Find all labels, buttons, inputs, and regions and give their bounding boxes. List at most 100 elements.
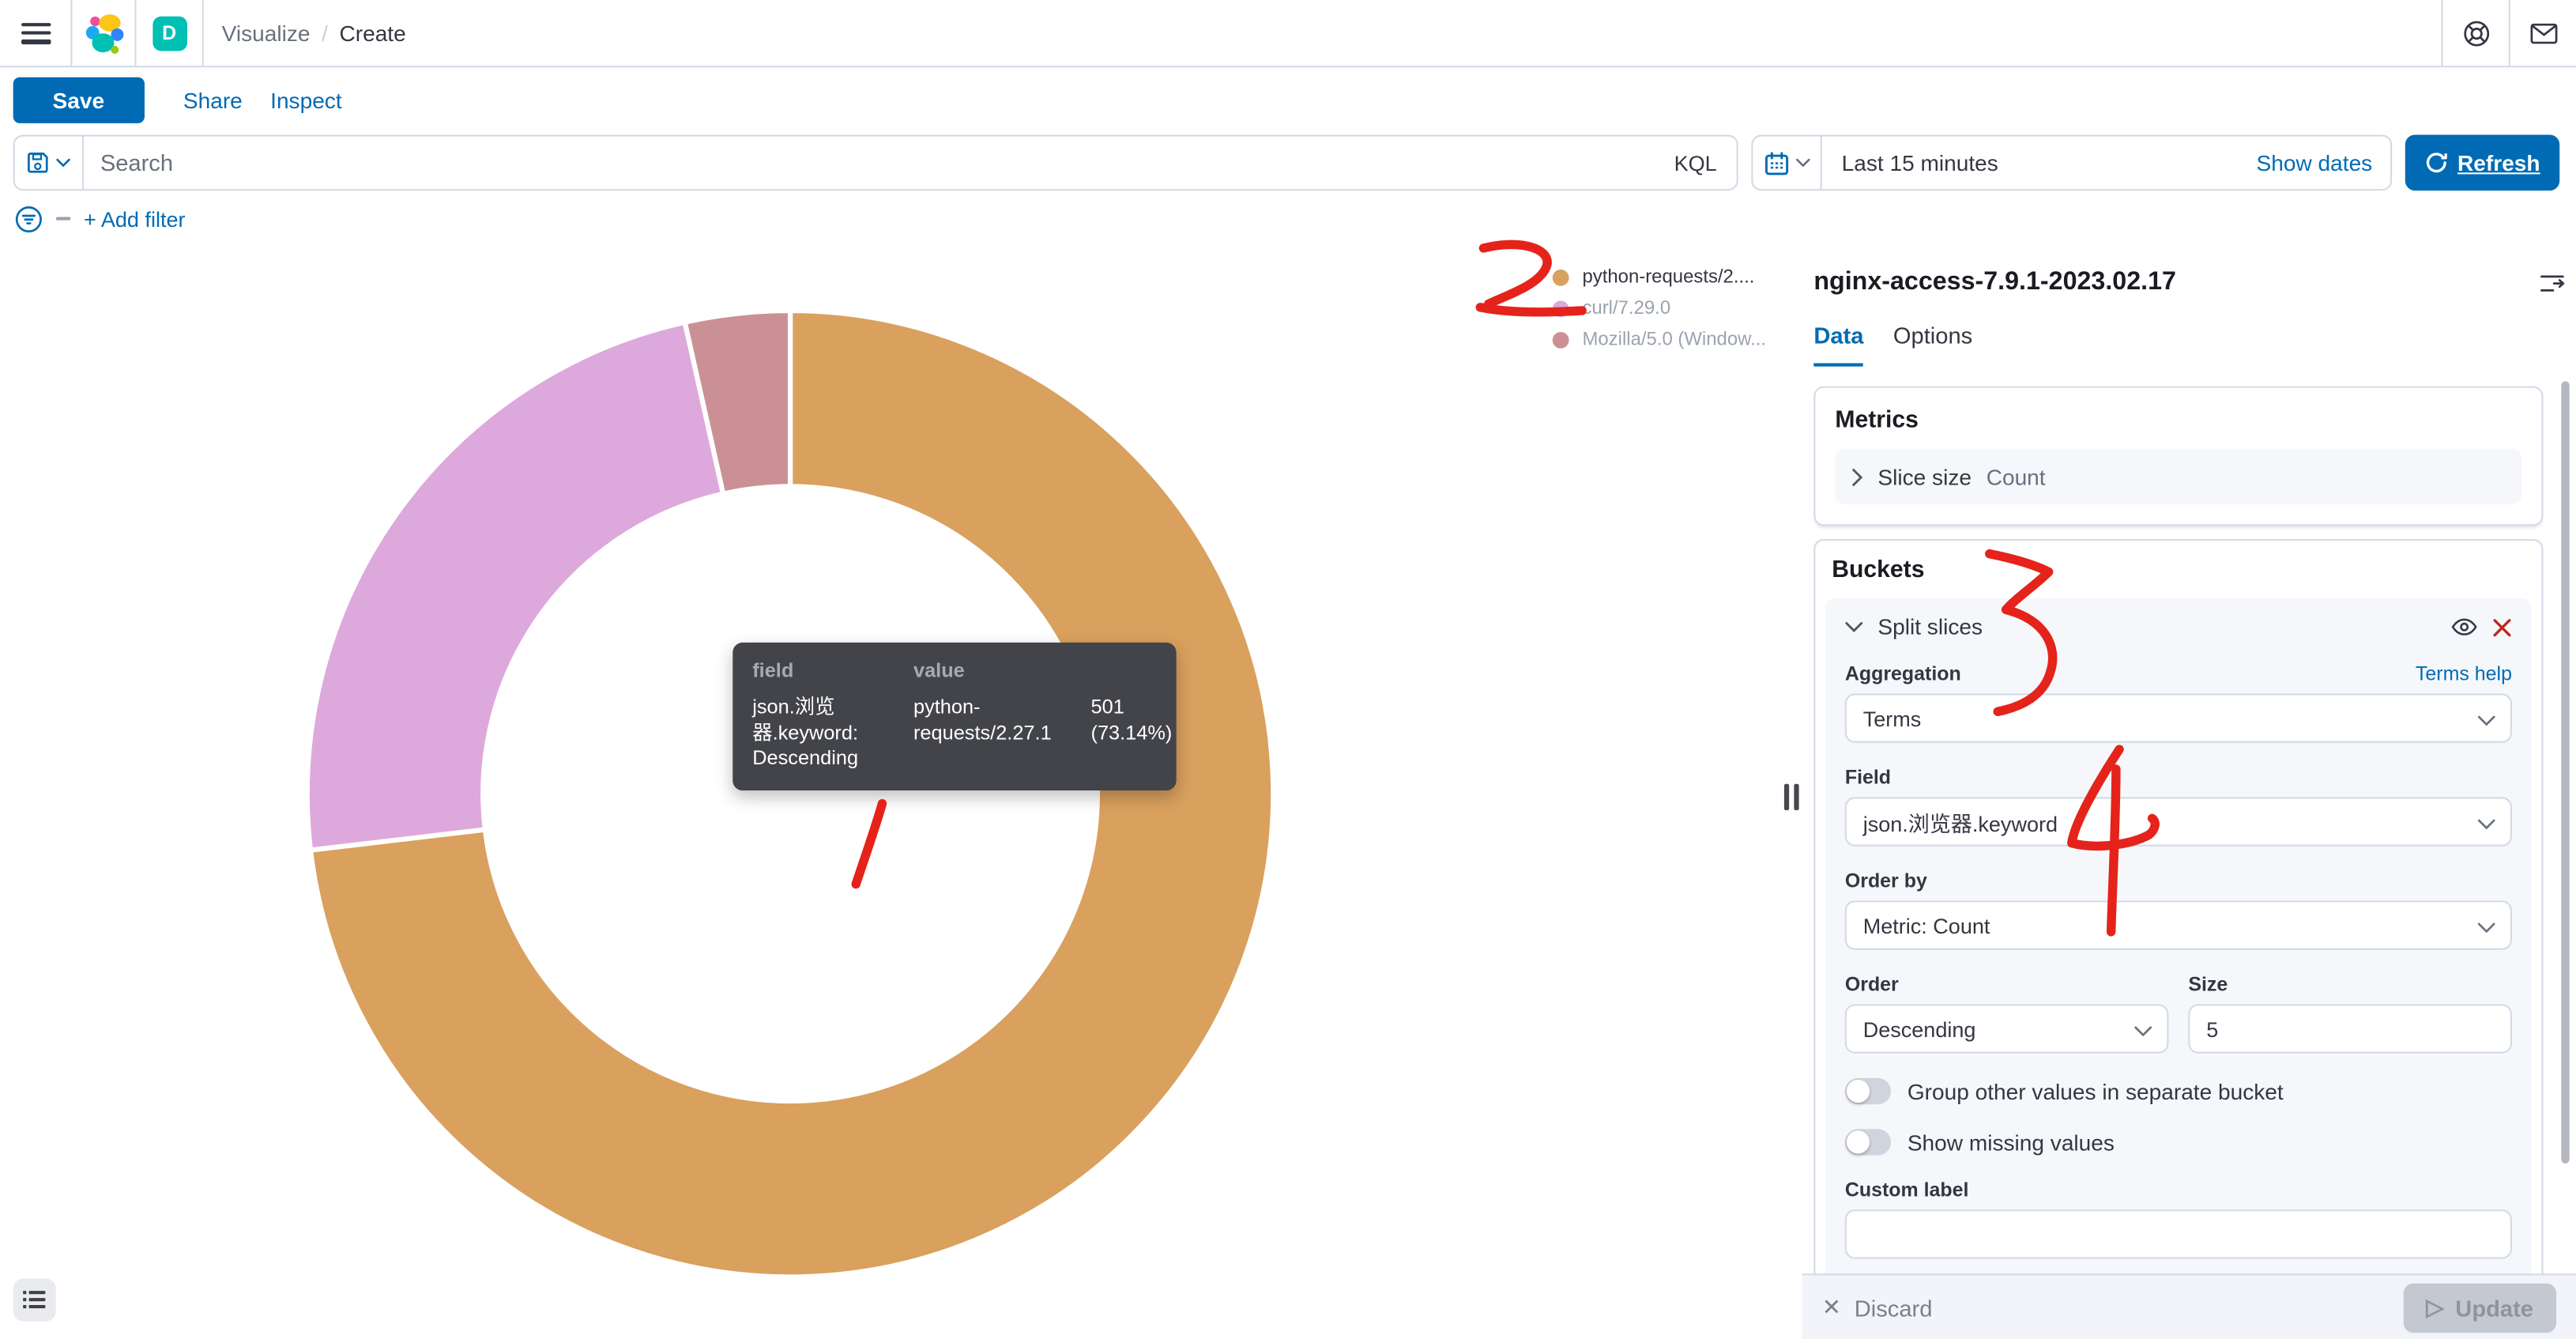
aggregation-label: Aggregation	[1845, 662, 1961, 685]
legend-item-1[interactable]: curl/7.29.0	[1553, 299, 1766, 319]
query-language-button[interactable]: KQL	[1674, 150, 1737, 175]
nav-menu-button[interactable]	[0, 0, 72, 66]
breadcrumb-section[interactable]: Visualize	[222, 21, 311, 45]
pie-slice-1[interactable]	[307, 322, 723, 851]
chart-legend: python-requests/2.... curl/7.29.0 Mozilla/…	[1553, 268, 1766, 350]
tooltip-value-header: value	[913, 659, 1081, 685]
metrics-card: Metrics Slice size Count	[1813, 387, 2543, 526]
pinned-filter-divider	[56, 217, 71, 220]
panel-footer: ✕ Discard ▷ Update	[1802, 1273, 2576, 1339]
chevron-down-icon	[1795, 158, 1810, 168]
space-selector[interactable]: D	[137, 0, 204, 66]
tab-options[interactable]: Options	[1893, 322, 1972, 367]
inspect-button[interactable]: Inspect	[270, 88, 342, 112]
save-button[interactable]: Save	[13, 77, 144, 123]
legend-dot	[1553, 332, 1569, 349]
refresh-button[interactable]: Refresh	[2405, 134, 2559, 190]
index-pattern-title: nginx-access-7.9.1-2023.02.17	[1813, 268, 2176, 297]
tooltip-count: 501 (73.14%)	[1091, 696, 1173, 771]
custom-label-label: Custom label	[1845, 1179, 1969, 1201]
show-dates-button[interactable]: Show dates	[2257, 150, 2391, 175]
hamburger-icon	[21, 22, 50, 43]
date-quick-menu-button[interactable]	[1753, 137, 1821, 190]
search-box: KQL	[13, 134, 1738, 190]
close-icon	[2492, 617, 2512, 637]
breadcrumb-separator: /	[322, 21, 328, 45]
collapse-icon	[2540, 272, 2564, 293]
help-icon	[2462, 19, 2490, 47]
filter-icon[interactable]	[15, 205, 43, 232]
share-button[interactable]: Share	[183, 88, 243, 112]
split-slices-panel: Split slices Aggregation	[1825, 598, 2532, 1339]
visualization-editor-panel: nginx-access-7.9.1-2023.02.17 Data Optio…	[1802, 250, 2576, 1339]
tooltip-field-header: field	[752, 659, 903, 685]
collapse-panel-button[interactable]	[2540, 272, 2564, 293]
elastic-home-button[interactable]	[72, 0, 136, 66]
chevron-down-icon	[2477, 818, 2495, 830]
order-label: Order	[1845, 973, 1899, 996]
custom-label-input[interactable]	[1845, 1209, 2512, 1258]
buckets-heading: Buckets	[1832, 557, 2532, 583]
elastic-logo-icon	[83, 13, 124, 54]
order-by-select[interactable]: Metric: Count	[1845, 900, 2512, 949]
chevron-down-icon	[2477, 715, 2495, 726]
slice-size-value: Count	[1987, 464, 2046, 488]
space-avatar: D	[152, 16, 186, 51]
refresh-label: Refresh	[2457, 150, 2540, 175]
toggle-visibility-button[interactable]	[2451, 618, 2477, 636]
tooltip-value: python- requests/2.27.1	[913, 696, 1081, 771]
legend-dot	[1553, 270, 1569, 286]
legend-label: Mozilla/5.0 (Window...	[1582, 330, 1766, 350]
close-icon: ✕	[1822, 1293, 1841, 1321]
header-right-actions	[2442, 0, 2576, 66]
refresh-icon	[2424, 151, 2447, 174]
filter-bar: + Add filter	[15, 202, 186, 236]
calendar-icon	[1764, 150, 1788, 175]
add-filter-button[interactable]: + Add filter	[84, 206, 185, 231]
donut-chart	[303, 306, 1279, 1282]
show-missing-toggle[interactable]	[1845, 1129, 1891, 1155]
slice-size-accordion[interactable]: Slice size Count	[1835, 449, 2521, 505]
show-missing-label: Show missing values	[1908, 1130, 2115, 1154]
save-query-icon	[26, 151, 49, 174]
chevron-down-icon	[2477, 922, 2495, 934]
field-label: Field	[1845, 766, 1891, 789]
query-bar: KQL Last 15 minutes Show dates Refre	[13, 134, 2560, 190]
list-icon	[23, 1290, 46, 1310]
eye-icon	[2451, 618, 2477, 636]
legend-label: curl/7.29.0	[1582, 299, 1670, 319]
help-button[interactable]	[2442, 0, 2509, 66]
newsfeed-button[interactable]	[2509, 0, 2576, 66]
aggregation-select[interactable]: Terms	[1845, 693, 2512, 742]
update-button[interactable]: ▷ Update	[2403, 1283, 2556, 1332]
order-select[interactable]: Descending	[1845, 1004, 2169, 1053]
saved-query-menu-button[interactable]	[15, 137, 84, 190]
size-input[interactable]	[2188, 1004, 2512, 1053]
chevron-down-icon	[56, 158, 71, 168]
chevron-down-icon[interactable]	[1845, 621, 1863, 633]
size-label: Size	[2188, 973, 2228, 996]
panel-scrollbar[interactable]	[2561, 381, 2569, 1164]
legend-toggle-button[interactable]	[13, 1279, 56, 1322]
time-range-value[interactable]: Last 15 minutes	[1822, 150, 1998, 175]
remove-bucket-button[interactable]	[2492, 617, 2512, 637]
tooltip-field: json.浏览 器.keyword: Descending	[752, 696, 903, 771]
tab-data[interactable]: Data	[1813, 322, 1863, 367]
discard-button[interactable]: ✕ Discard	[1822, 1293, 1933, 1321]
slice-size-label: Slice size	[1877, 464, 1972, 488]
legend-item-2[interactable]: Mozilla/5.0 (Window...	[1553, 330, 1766, 350]
chart-area: python-requests/2.... curl/7.29.0 Mozilla/…	[0, 250, 1802, 1339]
buckets-card: Buckets Split slices	[1813, 539, 2543, 1339]
mail-icon	[2529, 22, 2557, 43]
search-input[interactable]	[84, 149, 1674, 175]
legend-dot	[1553, 300, 1569, 317]
group-other-toggle[interactable]	[1845, 1078, 1891, 1104]
group-other-label: Group other values in separate bucket	[1908, 1079, 2284, 1103]
panel-resize-handle[interactable]	[1784, 784, 1802, 810]
breadcrumb-page: Create	[339, 21, 405, 45]
terms-help-link[interactable]: Terms help	[2416, 662, 2512, 685]
metrics-heading: Metrics	[1835, 408, 2521, 434]
legend-item-0[interactable]: python-requests/2....	[1553, 268, 1766, 288]
field-select[interactable]: json.浏览器.keyword	[1845, 797, 2512, 846]
play-icon: ▷	[2426, 1293, 2443, 1321]
